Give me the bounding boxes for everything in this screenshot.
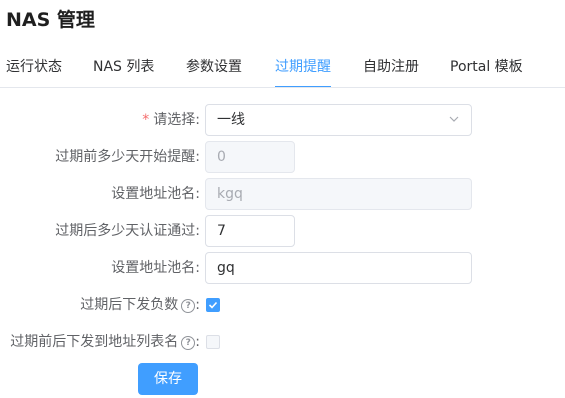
page-title: NAS 管理 bbox=[6, 9, 95, 31]
pool-before-label: 设置地址池名: bbox=[111, 186, 200, 202]
send-negative-label: 过期后下发负数?: bbox=[80, 289, 200, 321]
tabs-divider bbox=[0, 87, 565, 88]
question-circle-icon[interactable]: ? bbox=[181, 299, 196, 313]
pool-after-label: 设置地址池名: bbox=[111, 260, 200, 276]
line-select[interactable]: 一线 bbox=[205, 104, 472, 136]
remind-days-label: 过期前多少天开始提醒: bbox=[55, 149, 200, 165]
tab-parameter-settings[interactable]: 参数设置 bbox=[186, 47, 242, 87]
send-negative-checkbox[interactable] bbox=[206, 298, 220, 312]
question-circle-icon[interactable]: ? bbox=[181, 336, 196, 350]
check-icon bbox=[208, 301, 218, 309]
tab-bar: 运行状态 NAS 列表 参数设置 过期提醒 自助注册 Portal 模板 bbox=[0, 47, 565, 88]
send-address-list-label-text: 过期前后下发到地址列表名 bbox=[10, 334, 179, 350]
required-mark: * bbox=[142, 112, 150, 128]
save-button[interactable]: 保存 bbox=[138, 363, 198, 395]
line-select-value: 一线 bbox=[217, 112, 245, 128]
send-negative-label-text: 过期后下发负数 bbox=[80, 297, 179, 313]
send-address-list-checkbox[interactable] bbox=[206, 335, 220, 349]
select-label: * 请选择: bbox=[142, 104, 200, 136]
tab-portal-template[interactable]: Portal 模板 bbox=[450, 47, 523, 87]
send-address-list-label: 过期前后下发到地址列表名?: bbox=[10, 326, 200, 358]
send-address-list-suffix: : bbox=[195, 334, 200, 350]
pool-before-input[interactable]: kgq bbox=[205, 178, 472, 210]
select-label-text: 请选择: bbox=[153, 112, 200, 128]
tab-self-registration[interactable]: 自助注册 bbox=[363, 47, 419, 87]
remind-days-input[interactable]: 0 bbox=[205, 141, 295, 173]
tab-expiry-reminder[interactable]: 过期提醒 bbox=[275, 47, 331, 87]
tab-nas-list[interactable]: NAS 列表 bbox=[93, 47, 154, 87]
tab-running-status[interactable]: 运行状态 bbox=[6, 47, 62, 87]
auth-days-label: 过期后多少天认证通过: bbox=[55, 223, 200, 239]
chevron-down-icon bbox=[449, 116, 459, 122]
pool-after-input[interactable]: gq bbox=[205, 252, 472, 284]
send-negative-suffix: : bbox=[195, 297, 200, 313]
auth-days-input[interactable]: 7 bbox=[205, 215, 295, 247]
